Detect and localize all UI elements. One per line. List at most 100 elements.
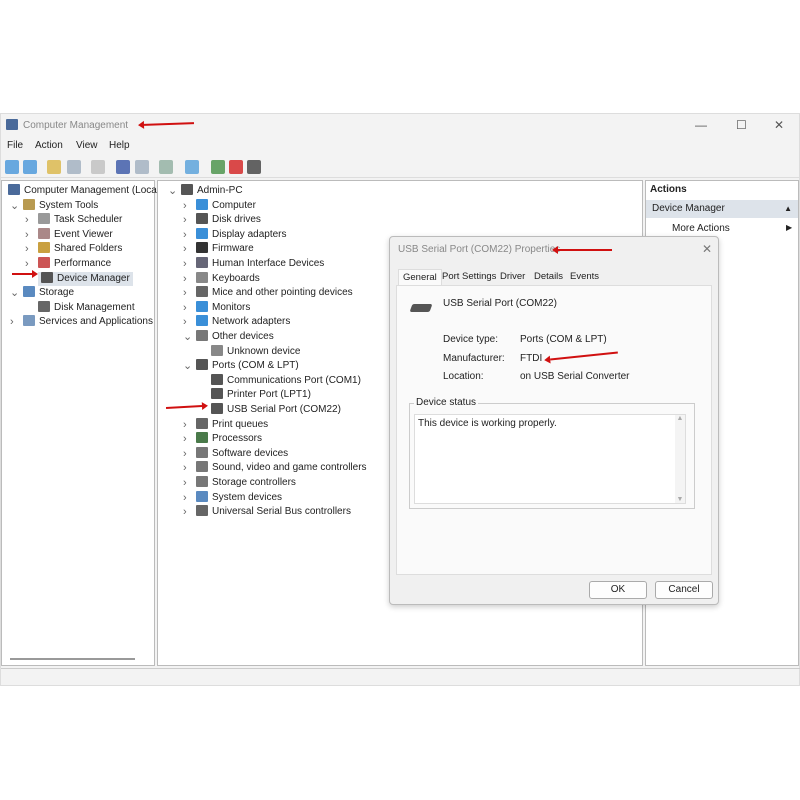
expand-chevron-icon[interactable]: › <box>183 476 187 490</box>
tab-driver[interactable]: Driver <box>496 269 529 285</box>
device-status-textbox[interactable]: This device is working properly. ▲ ▼ <box>414 414 686 504</box>
toolbar <box>1 156 800 178</box>
expand-chevron-icon[interactable]: › <box>183 505 187 519</box>
tree-item[interactable]: › Print queues <box>183 417 269 432</box>
device-category-icon <box>196 505 208 517</box>
expand-chevron-icon[interactable]: › <box>25 257 29 271</box>
expand-chevron-icon[interactable]: › <box>25 213 29 227</box>
tree-item[interactable]: › System devices <box>183 490 282 505</box>
show-action-pane-icon[interactable] <box>135 160 149 174</box>
forward-arrow-icon[interactable] <box>23 160 37 174</box>
collapse-chevron-icon[interactable]: ⌄ <box>168 184 177 198</box>
tree-item[interactable]: ⌄ Storage <box>10 286 74 300</box>
device-category-icon <box>23 286 35 298</box>
tab-details[interactable]: Details <box>530 269 567 285</box>
show-hide-tree-icon[interactable] <box>67 160 81 174</box>
expand-chevron-icon[interactable]: › <box>183 418 187 432</box>
tree-item[interactable]: Printer Port (LPT1) <box>211 388 311 402</box>
tree-item[interactable]: › Software devices <box>183 446 288 461</box>
tree-item[interactable]: ⌄ Admin-PC <box>168 184 243 198</box>
expand-chevron-icon[interactable]: › <box>183 272 187 286</box>
expand-chevron-icon[interactable]: › <box>183 228 187 242</box>
expand-chevron-icon[interactable]: › <box>183 286 187 300</box>
tree-item[interactable]: Computer Management (Local <box>8 184 159 198</box>
field-value: Ports (COM & LPT) <box>520 334 607 345</box>
collapse-chevron-icon[interactable]: ⌄ <box>183 330 192 344</box>
tree-item[interactable]: Device Manager <box>38 271 133 286</box>
tree-item[interactable]: › Sound, video and game controllers <box>183 461 367 475</box>
enable-device-icon[interactable] <box>211 160 225 174</box>
tree-item[interactable]: › Monitors <box>183 300 250 315</box>
expand-chevron-icon[interactable]: › <box>183 315 187 329</box>
tree-item[interactable]: Communications Port (COM1) <box>211 373 361 388</box>
tab-events[interactable]: Events <box>566 269 603 285</box>
tree-item[interactable]: USB Serial Port (COM22) <box>211 403 341 417</box>
help-icon[interactable] <box>116 160 130 174</box>
expand-chevron-icon[interactable]: › <box>183 199 187 213</box>
tree-item[interactable]: ⌄ Other devices <box>183 330 274 344</box>
device-category-icon <box>196 300 208 312</box>
tree-item[interactable]: › Shared Folders <box>25 242 123 256</box>
vertical-scrollbar[interactable]: ▲ ▼ <box>675 415 685 503</box>
maximize-button[interactable]: ☐ <box>736 118 747 132</box>
minimize-button[interactable]: — <box>695 118 707 132</box>
menu-help[interactable]: Help <box>109 140 130 151</box>
tab-port-settings[interactable]: Port Settings <box>438 269 500 285</box>
collapse-chevron-icon[interactable]: ⌄ <box>183 359 192 373</box>
tree-item[interactable]: › Display adapters <box>183 227 286 242</box>
tree-item[interactable]: › Mice and other pointing devices <box>183 286 353 300</box>
back-arrow-icon[interactable] <box>5 160 19 174</box>
collapse-chevron-icon[interactable]: ⌄ <box>10 199 19 213</box>
up-folder-icon[interactable] <box>47 160 61 174</box>
tree-item-label: USB Serial Port (COM22) <box>227 404 341 415</box>
actions-section-device-manager[interactable]: Device Manager ▲ <box>646 200 798 218</box>
collapse-chevron-icon[interactable]: ⌄ <box>10 286 19 300</box>
update-driver-icon[interactable] <box>247 160 261 174</box>
cancel-button[interactable]: Cancel <box>655 581 713 599</box>
scan-hardware-icon[interactable] <box>159 160 173 174</box>
tree-item[interactable]: ⌄ Ports (COM & LPT) <box>183 359 299 373</box>
expand-chevron-icon[interactable]: › <box>183 491 187 505</box>
expand-chevron-icon[interactable]: › <box>183 447 187 461</box>
more-actions-link[interactable]: More Actions <box>672 223 730 234</box>
tree-item-label: Shared Folders <box>54 243 123 255</box>
menu-action[interactable]: Action <box>35 140 63 151</box>
tree-item[interactable]: › Network adapters <box>183 315 290 329</box>
close-button[interactable]: ✕ <box>774 118 784 132</box>
tree-item[interactable]: Unknown device <box>211 344 300 359</box>
tab-general[interactable]: General <box>398 269 442 285</box>
monitor-icon[interactable] <box>185 160 199 174</box>
tree-item[interactable]: › Event Viewer <box>25 227 113 242</box>
tree-item[interactable]: › Firmware <box>183 242 254 256</box>
expand-chevron-icon[interactable]: › <box>183 213 187 227</box>
tree-item[interactable]: ⌄ System Tools <box>10 198 98 213</box>
tree-item[interactable]: › Universal Serial Bus controllers <box>183 505 351 519</box>
tree-item[interactable]: › Disk drives <box>183 213 261 227</box>
tree-item[interactable]: › Processors <box>183 432 262 446</box>
expand-chevron-icon[interactable]: › <box>183 242 187 256</box>
tree-item[interactable]: › Services and Applications <box>10 315 153 329</box>
ok-button[interactable]: OK <box>589 581 647 599</box>
expand-chevron-icon[interactable]: › <box>10 315 14 329</box>
expand-chevron-icon[interactable]: › <box>183 461 187 475</box>
expand-chevron-icon[interactable]: › <box>183 301 187 315</box>
dialog-close-button[interactable]: ✕ <box>702 242 712 256</box>
tree-item[interactable]: › Task Scheduler <box>25 213 122 227</box>
properties-icon[interactable] <box>91 160 105 174</box>
uninstall-icon[interactable] <box>229 160 243 174</box>
device-status-group: Device status This device is working pro… <box>409 397 695 509</box>
expand-chevron-icon[interactable]: › <box>183 257 187 271</box>
tree-item[interactable]: › Human Interface Devices <box>183 257 324 271</box>
horizontal-scrollbar[interactable] <box>10 658 135 660</box>
expand-chevron-icon[interactable]: › <box>25 242 29 256</box>
tree-item[interactable]: › Computer <box>183 198 256 213</box>
expand-chevron-icon[interactable]: › <box>25 228 29 242</box>
menu-file[interactable]: File <box>7 140 23 151</box>
tree-item[interactable]: › Keyboards <box>183 271 260 286</box>
tree-item[interactable]: Disk Management <box>38 300 135 315</box>
menu-view[interactable]: View <box>76 140 98 151</box>
tree-item[interactable]: › Performance <box>25 257 111 271</box>
tree-item[interactable]: › Storage controllers <box>183 476 296 490</box>
tree-item-label: Print queues <box>212 418 269 430</box>
expand-chevron-icon[interactable]: › <box>183 432 187 446</box>
